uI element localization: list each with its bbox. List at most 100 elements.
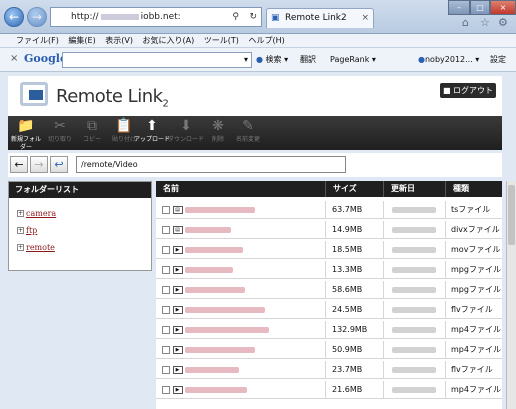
- redacted-file-name[interactable]: [185, 366, 240, 373]
- new-folder-button[interactable]: 📁 新規フォルダー: [10, 116, 42, 151]
- cell-name[interactable]: ▤: [156, 221, 326, 239]
- remote-link-logo-icon: [20, 82, 48, 106]
- folder-label[interactable]: remote: [26, 243, 55, 252]
- cell-type: movファイル: [451, 245, 501, 254]
- close-tab-icon[interactable]: ×: [361, 9, 369, 27]
- table-row[interactable]: ▶ 13.3MB mpgファイル: [156, 261, 502, 279]
- menu-help[interactable]: ヘルプ(H): [248, 36, 284, 45]
- redacted-file-name[interactable]: [185, 266, 234, 273]
- redacted-file-name[interactable]: [185, 246, 244, 253]
- back-button[interactable]: ←: [4, 7, 24, 27]
- folder-label[interactable]: ftp: [26, 226, 37, 235]
- cell-name[interactable]: ▶: [156, 321, 326, 339]
- folder-item-camera[interactable]: + camera: [17, 209, 56, 219]
- cell-name[interactable]: ▤: [156, 201, 326, 219]
- close-toolbar-icon[interactable]: ×: [10, 53, 18, 64]
- menu-edit[interactable]: 編集(E): [68, 36, 95, 45]
- cell-name[interactable]: ▶: [156, 381, 326, 399]
- expand-icon[interactable]: +: [17, 244, 24, 251]
- cell-name[interactable]: ▶: [156, 301, 326, 319]
- rename-label: 名前変更: [235, 136, 260, 143]
- cell-name[interactable]: ▶: [156, 341, 326, 359]
- scrollbar[interactable]: [506, 181, 516, 409]
- column-name[interactable]: 名前: [156, 181, 326, 197]
- row-checkbox[interactable]: [162, 385, 170, 394]
- maximize-button[interactable]: □: [470, 0, 490, 15]
- home-icon[interactable]: ⌂: [462, 16, 469, 29]
- row-checkbox[interactable]: [162, 305, 170, 314]
- table-row[interactable]: ▶ 132.9MB mp4ファイル: [156, 321, 502, 339]
- table-row[interactable]: ▶ 21.6MB mp4ファイル: [156, 381, 502, 399]
- refresh-icon[interactable]: ↻: [249, 8, 257, 26]
- path-back-button[interactable]: ←: [10, 156, 28, 173]
- logout-button[interactable]: ■ ログアウト: [440, 83, 496, 98]
- tools-gear-icon[interactable]: ⚙: [498, 16, 508, 29]
- row-checkbox[interactable]: [162, 365, 170, 374]
- path-field[interactable]: /remote/Video: [76, 156, 346, 173]
- redacted-file-name[interactable]: [185, 206, 256, 213]
- translate-button[interactable]: 翻訳: [300, 52, 316, 68]
- cut-button[interactable]: ✂ 切り取り: [44, 116, 76, 150]
- column-type[interactable]: 種類: [446, 181, 502, 197]
- upload-button[interactable]: ⬆ アップロード: [134, 116, 170, 150]
- forward-button[interactable]: →: [27, 7, 47, 27]
- cell-name[interactable]: ▶: [156, 241, 326, 259]
- pagerank-button[interactable]: PageRank ▾: [330, 52, 376, 68]
- table-row[interactable]: ▶ 58.6MB mpgファイル: [156, 281, 502, 299]
- redacted-file-name[interactable]: [185, 326, 270, 333]
- table-row[interactable]: ▶ 50.9MB mp4ファイル: [156, 341, 502, 359]
- minimize-button[interactable]: –: [448, 0, 470, 15]
- column-modified[interactable]: 更新日: [384, 181, 446, 197]
- row-checkbox[interactable]: [162, 345, 170, 354]
- row-checkbox[interactable]: [162, 245, 170, 254]
- favorites-icon[interactable]: ☆: [480, 16, 490, 29]
- scrollbar-thumb[interactable]: [508, 185, 515, 245]
- user-account-button[interactable]: ●noby2012... ▾: [418, 52, 479, 68]
- close-window-button[interactable]: ×: [490, 0, 516, 15]
- menu-file[interactable]: ファイル(F): [16, 36, 59, 45]
- folder-item-ftp[interactable]: + ftp: [17, 226, 37, 236]
- user-label: noby2012...: [424, 55, 473, 64]
- table-row[interactable]: ▶ 18.5MB movファイル: [156, 241, 502, 259]
- redacted-file-name[interactable]: [185, 346, 256, 353]
- redacted-file-name[interactable]: [185, 386, 248, 393]
- cell-name[interactable]: ▶: [156, 261, 326, 279]
- download-button[interactable]: ⬇ ダウンロード: [168, 116, 204, 150]
- rename-button[interactable]: ✎ 名前変更: [230, 116, 266, 150]
- expand-icon[interactable]: +: [17, 227, 24, 234]
- cell-name[interactable]: ▶: [156, 361, 326, 379]
- table-row[interactable]: ▶ 23.7MB flvファイル: [156, 361, 502, 379]
- expand-icon[interactable]: +: [17, 210, 24, 217]
- chevron-down-icon[interactable]: ▾: [244, 53, 248, 67]
- row-checkbox[interactable]: [162, 325, 170, 334]
- copy-button[interactable]: ⧉ コピー: [76, 116, 108, 150]
- folder-label[interactable]: camera: [26, 209, 56, 218]
- column-size[interactable]: サイズ: [326, 181, 384, 197]
- table-row[interactable]: ▤ 14.9MB divxファイル: [156, 221, 502, 239]
- table-row[interactable]: ▶ 24.5MB flvファイル: [156, 301, 502, 319]
- row-checkbox[interactable]: [162, 205, 170, 214]
- google-search-button[interactable]: ● 検索 ▾: [256, 52, 288, 68]
- folder-list-title: フォルダーリスト: [9, 182, 151, 198]
- row-checkbox[interactable]: [162, 285, 170, 294]
- path-forward-button[interactable]: →: [30, 156, 48, 173]
- folder-item-remote[interactable]: + remote: [17, 243, 55, 253]
- parent-folder-button[interactable]: ↩: [50, 156, 68, 173]
- cell-modified: [384, 261, 446, 279]
- cell-name[interactable]: ▶: [156, 281, 326, 299]
- row-checkbox[interactable]: [162, 225, 170, 234]
- redacted-file-name[interactable]: [185, 226, 232, 233]
- google-search-input[interactable]: ▾: [62, 52, 252, 68]
- menu-tools[interactable]: ツール(T): [204, 36, 239, 45]
- menu-favorites[interactable]: お気に入り(A): [143, 36, 195, 45]
- redacted-file-name[interactable]: [185, 306, 266, 313]
- tab-remote-link[interactable]: ▣ Remote Link2 ×: [266, 8, 374, 28]
- settings-button[interactable]: 設定: [490, 52, 506, 68]
- menu-view[interactable]: 表示(V): [105, 36, 133, 45]
- cell-modified: [384, 321, 446, 339]
- redacted-file-name[interactable]: [185, 286, 246, 293]
- search-icon[interactable]: ⚲: [232, 8, 239, 26]
- table-row[interactable]: ▤ 63.7MB tsファイル: [156, 201, 502, 219]
- row-checkbox[interactable]: [162, 265, 170, 274]
- address-bar[interactable]: http:// iobb.net: ⚲ ↻: [50, 7, 262, 27]
